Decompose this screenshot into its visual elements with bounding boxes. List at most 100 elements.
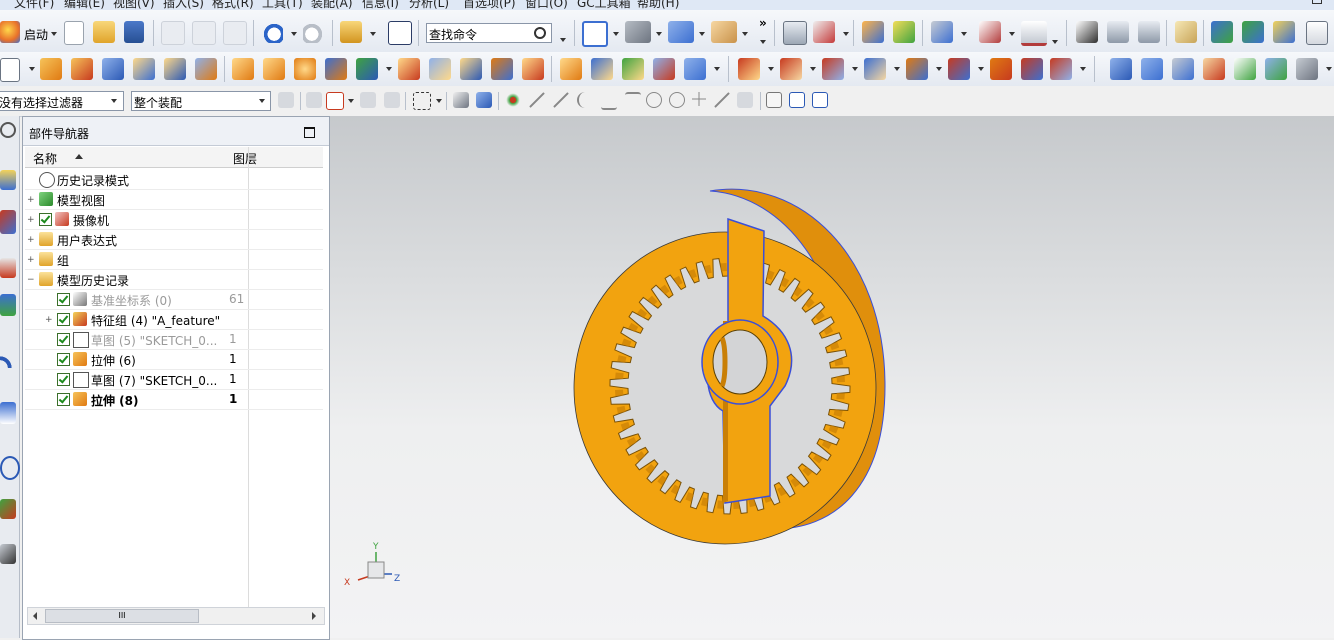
start-dropdown-icon[interactable]	[51, 32, 57, 36]
sew-icon[interactable]	[1265, 58, 1287, 80]
show-wcs-icon[interactable]	[766, 92, 782, 108]
menu-insert[interactable]: 插入(S)	[163, 0, 204, 10]
feature-filter-icon[interactable]	[278, 92, 294, 108]
unite-icon[interactable]	[325, 58, 347, 80]
information-icon[interactable]	[388, 21, 412, 45]
offset-region-dropdown-icon[interactable]	[978, 67, 984, 71]
column-header-layer[interactable]: 图层	[233, 150, 257, 167]
swept-icon[interactable]	[1172, 58, 1194, 80]
pattern-feature-icon[interactable]	[263, 58, 285, 80]
menu-assembly[interactable]: 装配(A)	[311, 0, 353, 10]
layer-settings-icon[interactable]	[783, 21, 807, 45]
visibility-checkbox[interactable]	[39, 213, 52, 226]
expander-icon[interactable]: +	[45, 315, 53, 325]
delete-face-dropdown-icon[interactable]	[852, 67, 858, 71]
copy-icon[interactable]	[192, 21, 216, 45]
expander-icon[interactable]: −	[27, 275, 35, 285]
assembly-icon[interactable]	[1211, 21, 1233, 43]
selection-scope-select[interactable]: 整个装配	[131, 91, 271, 111]
command-search-input[interactable]: 查找命令	[426, 23, 552, 43]
snap-view-dropdown-icon[interactable]	[961, 32, 967, 36]
render-style-icon[interactable]	[625, 21, 651, 43]
tree-row[interactable]: 拉伸 (6) 1	[25, 349, 323, 370]
history-icon[interactable]	[0, 402, 16, 424]
cut-icon[interactable]	[161, 21, 185, 45]
expander-icon[interactable]: +	[27, 255, 35, 265]
graphics-window[interactable]: Y Z X	[330, 116, 1334, 638]
tree-row[interactable]: − 模型历史记录	[25, 269, 323, 290]
menu-gc-toolbox[interactable]: GC工具箱	[577, 0, 631, 10]
show-hide-icon[interactable]	[893, 21, 915, 43]
horizontal-scrollbar[interactable]: III	[27, 607, 325, 625]
note-icon[interactable]	[1175, 21, 1197, 43]
visibility-checkbox[interactable]	[57, 293, 70, 306]
ring-gear-body[interactable]	[573, 188, 886, 545]
resize-face-icon[interactable]	[906, 58, 928, 80]
trim-body-icon[interactable]	[398, 58, 420, 80]
orient-view-dropdown-icon[interactable]	[699, 32, 705, 36]
background-dropdown-icon[interactable]	[742, 32, 748, 36]
sketch-dropdown-icon[interactable]	[29, 67, 35, 71]
expander-icon[interactable]: +	[27, 195, 35, 205]
search-options-dropdown-icon[interactable]	[560, 38, 566, 42]
menu-tools[interactable]: 工具(T)	[262, 0, 303, 10]
scroll-left-icon[interactable]	[33, 612, 37, 620]
start-label[interactable]: 启动	[24, 26, 48, 43]
start-icon[interactable]	[0, 21, 20, 43]
measure-dropdown-icon[interactable]	[1009, 32, 1015, 36]
menu-preferences[interactable]: 首选项(P)	[463, 0, 516, 10]
linear-dimension-icon[interactable]	[990, 58, 1012, 80]
web-browser-icon[interactable]	[0, 348, 16, 368]
process-studio-icon[interactable]	[0, 499, 16, 519]
pattern-array-icon[interactable]	[294, 58, 316, 80]
column-header-name[interactable]: 名称	[33, 150, 57, 167]
through-curve-mesh-icon[interactable]	[1141, 58, 1163, 80]
selection-icon[interactable]	[1076, 21, 1098, 43]
delete-face-icon[interactable]	[822, 58, 844, 80]
pull-face-dropdown-icon[interactable]	[810, 67, 816, 71]
open-folder-icon[interactable]	[93, 21, 115, 43]
maximize-icon[interactable]	[304, 127, 315, 138]
thicken-icon[interactable]	[1296, 58, 1318, 80]
visibility-checkbox[interactable]	[57, 333, 70, 346]
text-abc-icon[interactable]	[1306, 21, 1328, 45]
tree-row[interactable]: + 特征组 (4) "A_feature"	[25, 309, 323, 330]
snap-existing-point-icon[interactable]	[692, 92, 706, 106]
snap-intersection-icon[interactable]	[601, 92, 617, 110]
dimension-dropdown-icon[interactable]	[1080, 67, 1086, 71]
menu-file[interactable]: 文件(F)	[14, 0, 54, 10]
component-icon[interactable]	[1242, 21, 1264, 43]
measure-length-icon[interactable]	[1021, 21, 1047, 46]
recent-files-dropdown-icon[interactable]	[370, 32, 376, 36]
styled-surface-icon[interactable]	[1203, 58, 1225, 80]
wcs-icon[interactable]	[813, 21, 835, 43]
toolbar-overflow-icon[interactable]: »	[759, 16, 767, 30]
split-body-icon[interactable]	[429, 58, 451, 80]
show-grid-icon[interactable]	[812, 92, 828, 108]
render-style-dropdown-icon[interactable]	[656, 32, 662, 36]
datum-axis-icon[interactable]	[684, 58, 706, 80]
tree-row[interactable]: + 用户表达式	[25, 229, 323, 250]
revolve-icon[interactable]	[71, 58, 93, 80]
snap-midpoint-icon[interactable]	[553, 92, 569, 108]
angular-dimension-icon[interactable]	[1050, 58, 1072, 80]
menu-analysis[interactable]: 分析(L)	[409, 0, 449, 10]
pocket-icon[interactable]	[195, 58, 217, 80]
menu-info[interactable]: 信息(I)	[362, 0, 399, 10]
part-navigator-icon[interactable]	[0, 258, 16, 278]
clock-icon[interactable]	[0, 456, 20, 480]
tree-row[interactable]: + 模型视图	[25, 189, 323, 210]
rectangle-select-icon[interactable]	[413, 92, 431, 110]
measure-distance-icon[interactable]	[979, 21, 1001, 43]
view-orient-dropdown-icon[interactable]	[613, 32, 619, 36]
shell-icon[interactable]	[522, 58, 544, 80]
tree-row[interactable]: 基准坐标系 (0) 61	[25, 289, 323, 310]
boss-icon[interactable]	[164, 58, 186, 80]
save-icon[interactable]	[124, 21, 144, 43]
view-wcs-icon[interactable]	[789, 92, 805, 108]
measure-length-dropdown-icon[interactable]	[1052, 40, 1058, 44]
gear-model[interactable]	[330, 116, 1334, 638]
snap-point-on-surface-icon[interactable]	[737, 92, 753, 108]
tree-row[interactable]: + 组	[25, 249, 323, 270]
roles-icon[interactable]	[0, 544, 16, 564]
